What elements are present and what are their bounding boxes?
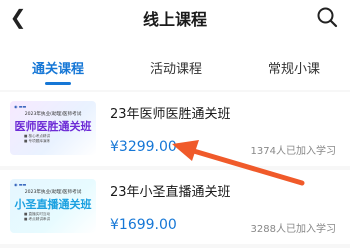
thumbnail-bullet: ■ 考点精讲串讲: [24, 217, 51, 221]
thumbnail-bullets: ■ 直播实时互动 ■ 考点精讲串讲: [24, 212, 50, 222]
brand-logo: ◉ ▬▬: [14, 104, 27, 109]
thumbnail-title: 小圣直播通关班: [14, 198, 92, 211]
tab-pass-courses[interactable]: 通关课程: [32, 58, 84, 77]
tab-regular-courses[interactable]: 常规小课: [268, 58, 320, 77]
course-thumbnail: ◉ ▬▬ 2023年执业(助理)医师考试 医师医胜通关班 ■ 核心考点精讲 ■ …: [10, 101, 96, 155]
active-tab-indicator: [45, 82, 71, 85]
course-tabs: 通关课程 活动课程 常规小课: [0, 52, 350, 88]
thumbnail-subtitle: 2023年执业(助理)医师考试: [24, 112, 82, 117]
page-title: 线上课程: [142, 10, 207, 29]
course-thumbnail: ◉ ▬▬ 2023年执业(助理)医师考试 小圣直播通关班 ■ 直播实时互动 ■ …: [10, 179, 96, 233]
tab-activity-courses[interactable]: 活动课程: [150, 58, 202, 77]
course-price: ¥3299.00: [110, 139, 177, 155]
student-count: 1374人已加入学习: [250, 146, 336, 157]
search-icon[interactable]: [316, 6, 338, 28]
thumbnail-bullets: ■ 核心考点精讲 ■ 专项题库演练: [24, 134, 50, 144]
brand-logo: ◉ ▬▬: [14, 182, 27, 187]
course-name: 23年小圣直播通关班: [110, 185, 231, 200]
thumbnail-title: 医师医胜通关班: [14, 120, 92, 133]
course-card[interactable]: ◉ ▬▬ 2023年执业(助理)医师考试 医师医胜通关班 ■ 核心考点精讲 ■ …: [0, 92, 350, 166]
student-count: 3288人已加入学习: [250, 224, 336, 235]
thumbnail-bullet: ■ 专项题库演练: [24, 139, 51, 143]
thumbnail-subtitle: 2023年执业(助理)医师考试: [24, 190, 82, 195]
course-price: ¥1699.00: [110, 217, 177, 233]
course-card[interactable]: ◉ ▬▬ 2023年执业(助理)医师考试 小圣直播通关班 ■ 直播实时互动 ■ …: [0, 170, 350, 244]
course-name: 23年医师医胜通关班: [110, 107, 231, 122]
top-bar: ❮ 线上课程: [0, 0, 350, 36]
